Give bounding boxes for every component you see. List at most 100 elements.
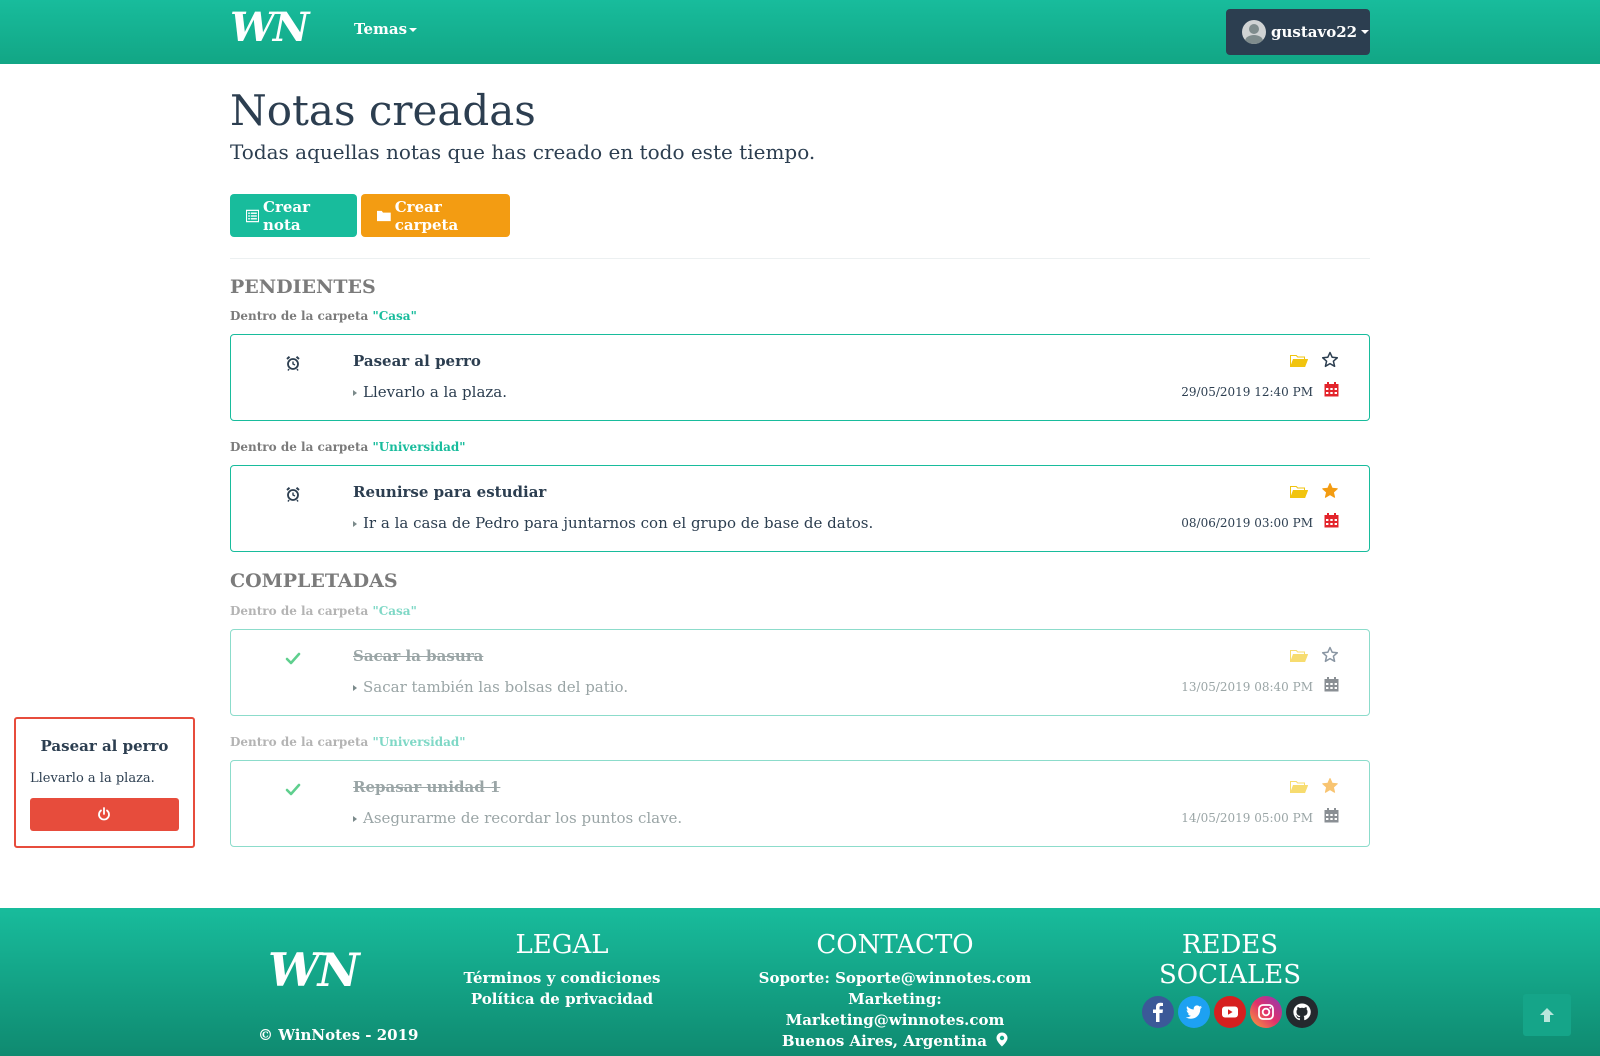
note-card[interactable]: Reunirse para estudiar Ir a la casa de P…: [230, 465, 1370, 552]
youtube-icon[interactable]: [1214, 996, 1246, 1028]
note-description-text: Asegurarme de recordar los puntos clave.: [363, 809, 683, 827]
chevron-down-icon: [409, 28, 418, 32]
scroll-to-top-button[interactable]: [1523, 994, 1571, 1036]
twitter-icon[interactable]: [1178, 996, 1210, 1028]
caret-right-icon: [353, 816, 357, 822]
star-filled-icon[interactable]: [1321, 482, 1339, 500]
note-folder-line: Dentro de la carpeta "Casa": [230, 309, 417, 323]
svg-text:WN: WN: [268, 948, 362, 994]
calendar-icon: [1324, 382, 1339, 397]
note-date: 14/05/2019 05:00 PM: [1181, 811, 1313, 825]
completed-section-title: COMPLETADAS: [230, 570, 398, 592]
note-folder-line: Dentro de la carpeta "Universidad": [230, 735, 466, 749]
alarm-clock-icon: [286, 356, 300, 371]
popup-text: Llevarlo a la plaza.: [30, 771, 155, 786]
folder-open-icon[interactable]: [1289, 779, 1309, 795]
social-heading: REDES SOCIALES: [1158, 930, 1302, 990]
note-folder-line: Dentro de la carpeta "Casa": [230, 604, 417, 618]
folder-prefix: Dentro de la carpeta: [230, 309, 369, 323]
folder-name-link[interactable]: "Casa": [372, 604, 416, 618]
note-folder-line: Dentro de la carpeta "Universidad": [230, 440, 466, 454]
support-email[interactable]: Soporte: Soporte@winnotes.com: [740, 968, 1050, 989]
pending-section-title: PENDIENTES: [230, 276, 376, 298]
winnotes-logo[interactable]: WN: [230, 8, 334, 48]
privacy-link[interactable]: Política de privacidad: [462, 989, 662, 1010]
temas-dropdown[interactable]: Temas: [354, 20, 418, 38]
username-label: gustavo22: [1271, 23, 1358, 41]
folder-icon: [377, 210, 391, 221]
note-card[interactable]: Pasear al perro Llevarlo a la plaza. 29/…: [230, 334, 1370, 421]
facebook-icon[interactable]: [1142, 996, 1174, 1028]
arrow-up-icon: [1540, 1008, 1554, 1022]
folder-open-icon[interactable]: [1289, 648, 1309, 664]
calendar-icon: [1324, 808, 1339, 823]
caret-right-icon: [353, 685, 357, 691]
popup-title: Pasear al perro: [40, 737, 169, 755]
folder-prefix: Dentro de la carpeta: [230, 440, 369, 454]
note-title: Pasear al perro: [353, 352, 481, 370]
create-note-label: Crear nota: [263, 197, 311, 234]
calendar-icon: [1324, 677, 1339, 692]
location-text: Buenos Aires, Argentina: [781, 1032, 987, 1050]
note-card[interactable]: Repasar unidad 1 Asegurarme de recordar …: [230, 760, 1370, 847]
note-description: Llevarlo a la plaza.: [353, 383, 507, 401]
caret-right-icon: [353, 521, 357, 527]
footer-legal: LEGAL Términos y condiciones Política de…: [462, 930, 662, 1010]
note-title: Repasar unidad 1: [353, 778, 501, 796]
contact-heading: CONTACTO: [816, 930, 974, 960]
navbar-inner: WN Temas gustavo22: [230, 0, 1370, 64]
marketing-email[interactable]: Marketing: Marketing@winnotes.com: [740, 989, 1050, 1031]
chevron-down-icon: [1361, 30, 1370, 34]
star-outline-icon[interactable]: [1321, 351, 1339, 369]
note-date: 29/05/2019 12:40 PM: [1181, 385, 1313, 399]
check-icon: [285, 652, 301, 665]
star-filled-icon[interactable]: [1321, 777, 1339, 795]
folder-open-icon[interactable]: [1289, 484, 1309, 500]
folder-prefix: Dentro de la carpeta: [230, 735, 369, 749]
copyright: © WinNotes - 2019: [258, 1026, 419, 1044]
legal-heading: LEGAL: [515, 930, 609, 960]
dismiss-reminder-button[interactable]: [30, 798, 179, 831]
note-description: Ir a la casa de Pedro para juntarnos con…: [353, 514, 873, 532]
star-outline-icon[interactable]: [1321, 646, 1339, 664]
page-subtitle: Todas aquellas notas que has creado en t…: [230, 140, 816, 164]
folder-name-link[interactable]: "Casa": [372, 309, 416, 323]
social-icons: [1110, 996, 1350, 1028]
power-icon: [98, 807, 110, 821]
divider: [230, 258, 1370, 259]
note-description-text: Ir a la casa de Pedro para juntarnos con…: [363, 514, 874, 532]
location: Buenos Aires, Argentina: [740, 1031, 1050, 1052]
list-icon: [246, 209, 260, 222]
folder-name-link[interactable]: "Universidad": [372, 735, 465, 749]
note-card[interactable]: Sacar la basura Sacar también las bolsas…: [230, 629, 1370, 716]
terms-link[interactable]: Términos y condiciones: [462, 968, 662, 989]
note-date: 08/06/2019 03:00 PM: [1181, 516, 1313, 530]
create-note-button[interactable]: Crear nota: [230, 194, 357, 237]
user-menu-button[interactable]: gustavo22: [1226, 9, 1370, 55]
note-title: Sacar la basura: [353, 647, 484, 665]
note-description-text: Llevarlo a la plaza.: [363, 383, 507, 401]
reminder-popup: Pasear al perro Llevarlo a la plaza.: [14, 717, 195, 848]
avatar: [1242, 20, 1266, 44]
caret-right-icon: [353, 390, 357, 396]
create-folder-button[interactable]: Crear carpeta: [361, 194, 510, 237]
page-title: Notas creadas: [230, 86, 536, 135]
map-marker-icon: [996, 1032, 1008, 1047]
footer-logo: WN: [268, 948, 364, 994]
footer-contact: CONTACTO Soporte: Soporte@winnotes.com M…: [740, 930, 1050, 1052]
instagram-icon[interactable]: [1250, 996, 1282, 1028]
folder-prefix: Dentro de la carpeta: [230, 604, 369, 618]
check-icon: [285, 783, 301, 796]
note-date: 13/05/2019 08:40 PM: [1181, 680, 1313, 694]
folder-name-link[interactable]: "Universidad": [372, 440, 465, 454]
folder-open-icon[interactable]: [1289, 353, 1309, 369]
create-folder-label: Crear carpeta: [394, 197, 459, 234]
github-icon[interactable]: [1286, 996, 1318, 1028]
alarm-clock-icon: [286, 487, 300, 502]
svg-text:WN: WN: [230, 8, 311, 48]
temas-label: Temas: [354, 20, 408, 38]
note-description-text: Sacar también las bolsas del patio.: [363, 678, 629, 696]
note-description: Asegurarme de recordar los puntos clave.: [353, 809, 682, 827]
note-description: Sacar también las bolsas del patio.: [353, 678, 628, 696]
calendar-icon: [1324, 513, 1339, 528]
